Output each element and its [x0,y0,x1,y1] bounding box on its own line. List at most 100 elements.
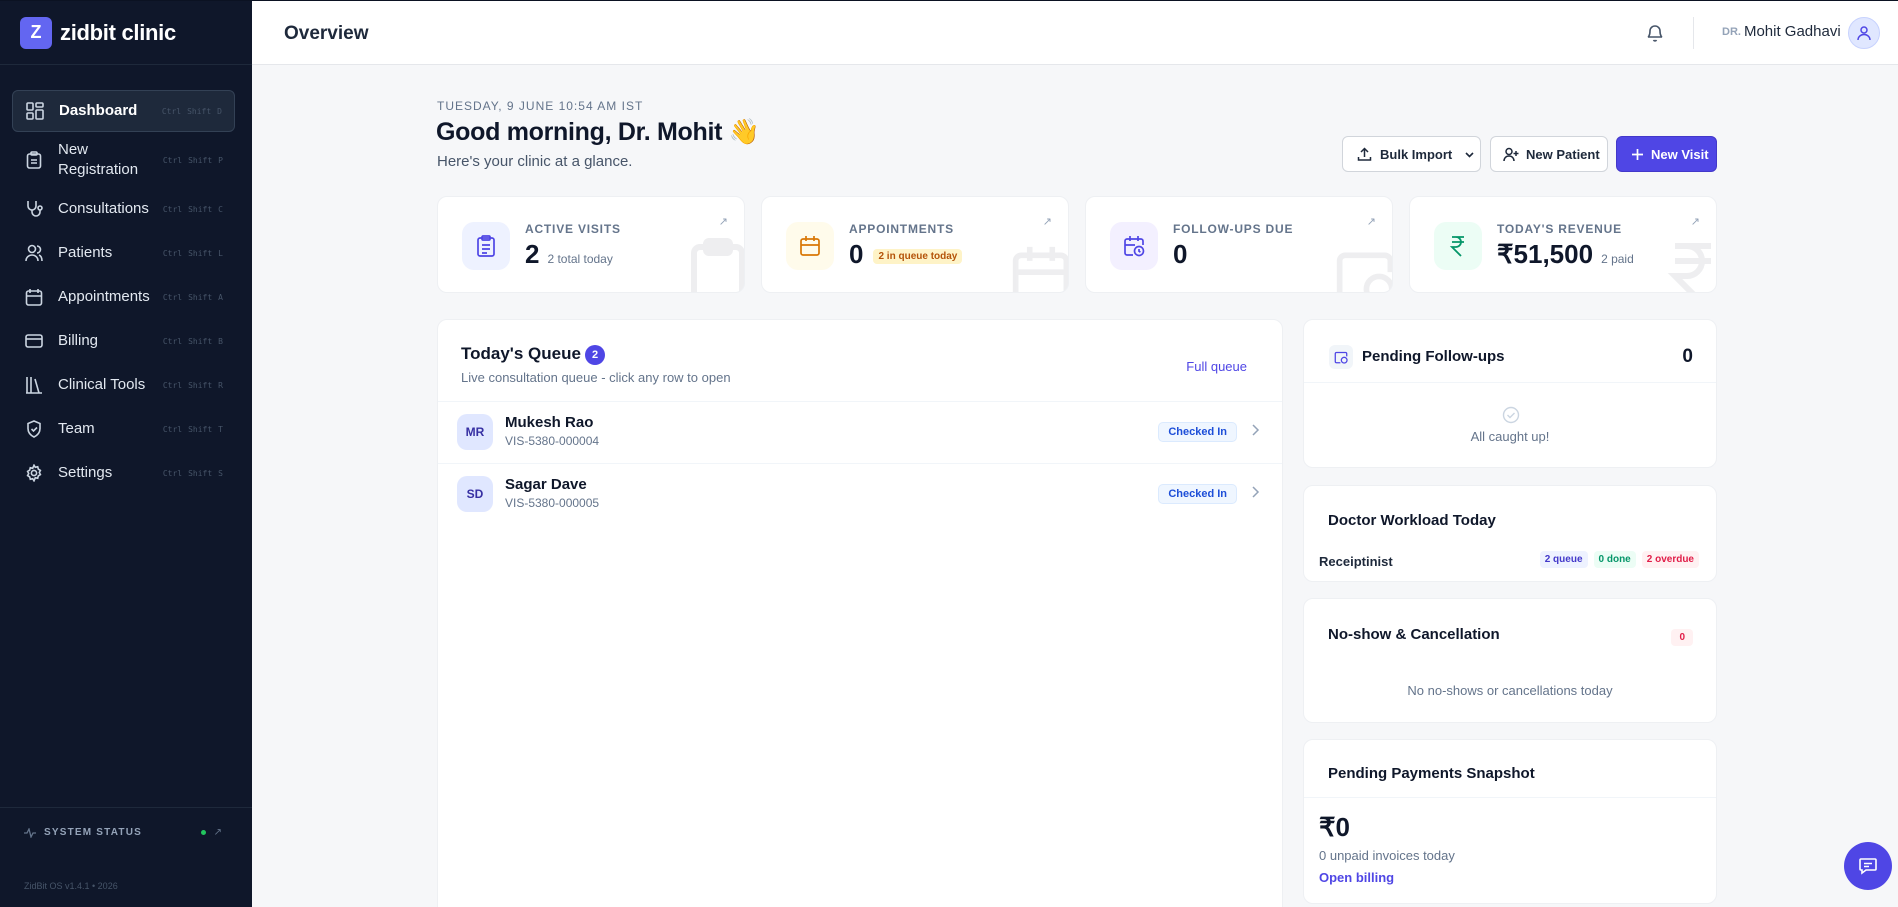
noshow-count-badge: 0 [1671,629,1693,646]
brand[interactable]: Z zidbit clinic [0,1,252,65]
open-billing-link[interactable]: Open billing [1319,870,1394,885]
sidebar-item-billing[interactable]: Billing Ctrl Shift B [12,320,235,362]
bulk-import-button[interactable]: Bulk Import [1342,136,1481,172]
sidebar-item-consultations[interactable]: Consultations Ctrl Shift C [12,188,235,230]
activity-icon [24,827,36,838]
sidebar-item-label: Settings [58,464,113,481]
new-visit-label: New Visit [1651,146,1709,162]
stat-number: 0 [1173,239,1188,269]
sidebar-item-label: Patients [58,244,113,261]
shortcut-hint: Ctrl Shift B [162,336,223,346]
user-menu[interactable]: DR. Mohit Gadhavi [1722,23,1841,40]
stat-note: 2 paid [1601,252,1634,266]
queue-row[interactable]: SD Sagar Dave VIS-5380-000005 Checked In [438,464,1282,526]
status-indicator-dot [201,830,206,835]
doctor-workload-card: Doctor Workload Today Receiptinist 2 que… [1303,485,1717,582]
sidebar-item-label: Consultations [58,200,149,217]
sidebar-item-label: Team [58,420,95,437]
followups-count: 0 [1682,346,1693,367]
brand-logo: Z [20,16,52,49]
dashboard-grid-icon [25,101,45,121]
chevron-right-icon [1252,486,1260,498]
user-name: Mohit Gadhavi [1743,23,1841,40]
external-arrow-icon: ↗ [1690,216,1700,228]
header-divider [1693,17,1694,49]
stat-number: 2 [525,239,540,269]
noshow-cancellation-card: No-show & Cancellation 0 No no-shows or … [1303,598,1717,723]
pending-payments-card: Pending Payments Snapshot ₹0 0 unpaid in… [1303,739,1717,904]
shortcut-hint: Ctrl Shift D [161,106,222,116]
shield-icon [24,419,44,439]
queue-title: Today's Queue [461,344,581,363]
chat-bubble-icon[interactable] [1844,842,1892,890]
plus-icon [1632,148,1643,160]
brand-name: zidbit clinic [60,19,176,45]
done-tag: 0 done [1593,551,1636,568]
sidebar-item-label: New Registration [58,141,139,178]
queue-tag: 2 queue [1539,551,1588,568]
stethoscope-icon [24,199,44,219]
noshow-title: No-show & Cancellation [1328,626,1500,643]
patient-name: Mukesh Rao [505,414,594,431]
sidebar-item-label: Dashboard [59,102,138,119]
bell-icon[interactable] [1645,23,1665,43]
patient-avatar: MR [457,414,493,450]
stat-value: 0 [1173,239,1187,270]
external-arrow-icon: ↗ [718,216,728,228]
system-status[interactable]: SYSTEM STATUS ↗ [0,807,252,857]
sidebar-item-patients[interactable]: Patients Ctrl Shift L [12,232,235,274]
visit-id: VIS-5380-000004 [505,434,600,448]
followups-title: Pending Follow-ups [1362,348,1505,365]
new-visit-button[interactable]: New Visit [1616,136,1717,172]
chevron-right-icon [1252,424,1260,436]
clipboard-icon [24,150,44,170]
user-prefix: DR. [1722,25,1741,38]
sidebar-item-clinical-tools[interactable]: Clinical Tools Ctrl Shift R [12,364,235,406]
status-badge: Checked In [1158,422,1237,442]
calendar-clock-watermark-icon [1336,252,1392,292]
sidebar-item-team[interactable]: Team Ctrl Shift T [12,408,235,450]
chevron-down-icon [1465,151,1474,158]
check-circle-icon [1502,406,1520,424]
visit-id: VIS-5380-000005 [505,496,600,510]
version-text: ZidBit OS v1.4.1 • 2026 [24,881,118,891]
external-arrow-icon: ↗ [1042,216,1052,228]
sidebar-item-settings[interactable]: Settings Ctrl Shift S [12,452,235,494]
stat-card-active-visits[interactable]: ACTIVE VISITS 2 2 total today ↗ [437,196,745,293]
new-patient-button[interactable]: New Patient [1490,136,1608,172]
stat-card-appointments[interactable]: APPOINTMENTS 0 2 in queue today ↗ [761,196,1069,293]
sidebar-item-dashboard[interactable]: Dashboard Ctrl Shift D [12,90,235,132]
workload-tags: 2 queue 0 done 2 overdue [1539,551,1699,568]
stat-value: 0 2 in queue today [849,239,963,270]
shortcut-hint: Ctrl Shift S [162,468,223,478]
stat-number: ₹51,500 [1497,239,1594,269]
bulk-import-label: Bulk Import [1380,146,1453,162]
queue-count-badge: 2 [585,345,605,365]
user-icon[interactable] [1848,17,1880,49]
stat-card-follow-ups[interactable]: FOLLOW-UPS DUE 0 ↗ [1085,196,1393,293]
queue-subtitle: Live consultation queue - click any row … [461,370,731,385]
page-title: Overview [284,23,369,44]
full-queue-link[interactable]: Full queue [1186,359,1247,374]
stat-label: APPOINTMENTS [849,222,954,236]
sidebar-nav: Dashboard Ctrl Shift D New Registration Ct… [0,65,252,494]
stat-note: 2 total today [547,252,613,266]
user-plus-icon [1503,147,1519,161]
sidebar-item-label: Billing [58,332,99,349]
noshow-empty-text: No no-shows or cancellations today [1407,683,1613,698]
sidebar-item-new-registration[interactable]: New Registration Ctrl Shift P [12,134,235,186]
gear-icon [24,463,44,483]
rupee-watermark-icon [1667,243,1711,292]
shortcut-hint: Ctrl Shift T [162,424,223,434]
workload-staff-name: Receiptinist [1319,554,1393,569]
stat-label: ACTIVE VISITS [525,222,621,236]
sidebar-item-appointments[interactable]: Appointments Ctrl Shift A [12,276,235,318]
shortcut-hint: Ctrl Shift L [162,248,223,258]
stat-card-revenue[interactable]: TODAY'S REVENUE ₹51,500 2 paid ↗ [1409,196,1717,293]
greeting-subtitle: Here's your clinic at a glance. [437,153,633,170]
calendar-clock-icon [1329,345,1353,369]
payments-note: 0 unpaid invoices today [1319,848,1455,863]
calendar-icon [786,222,834,270]
credit-card-icon [24,331,44,351]
queue-row[interactable]: MR Mukesh Rao VIS-5380-000004 Checked In [438,402,1282,464]
